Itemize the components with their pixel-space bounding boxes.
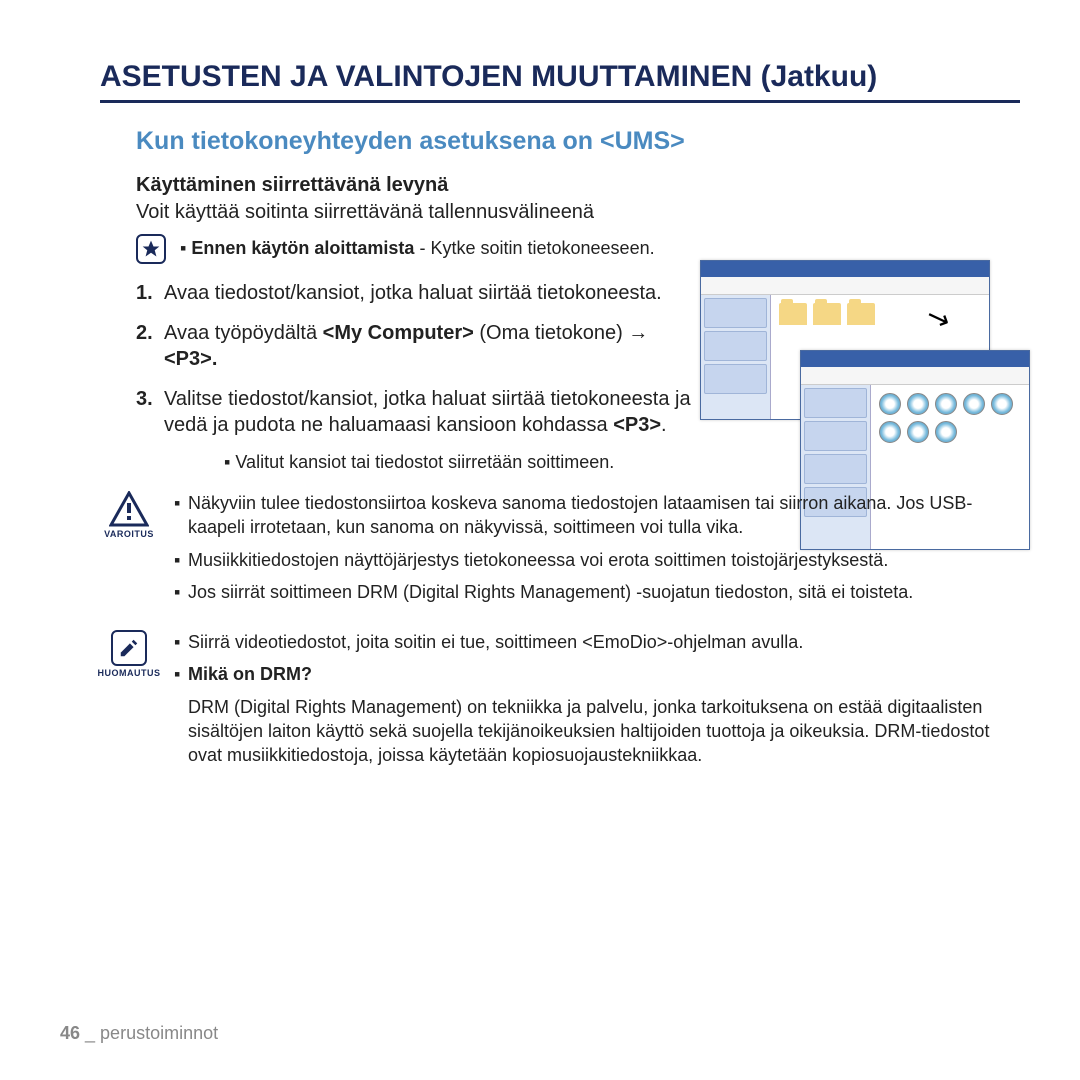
warning-callout: VAROITUS Näkyviin tulee tiedostonsiirtoa… — [98, 491, 1020, 612]
disc-icon — [907, 421, 929, 443]
warning-icon — [109, 491, 149, 527]
disc-icon — [991, 393, 1013, 415]
disc-icon — [935, 421, 957, 443]
star-icon — [136, 234, 166, 264]
note-callout: HUOMAUTUS Siirrä videotiedostot, joita s… — [98, 630, 1020, 767]
folder-icon — [847, 303, 875, 325]
warning-item: Näkyviin tulee tiedostonsiirtoa koskeva … — [174, 491, 1020, 540]
disc-icon — [879, 393, 901, 415]
step-3-c: . — [661, 414, 667, 436]
step-2: Avaa työpöydältä <My Computer> (Oma tiet… — [136, 320, 696, 372]
step-3: Valitse tiedostot/kansiot, jotka haluat … — [136, 386, 696, 438]
section-title: Kun tietokoneyhteyden asetuksena on <UMS… — [136, 127, 1020, 156]
step-2-c: (Oma tietokone) → — [474, 322, 649, 344]
note-items: Siirrä videotiedostot, joita soitin ei t… — [174, 630, 1020, 767]
lead-text: Voit käyttää soitinta siirrettävänä tall… — [136, 201, 1020, 224]
arrow-icon: ↘ — [921, 298, 954, 337]
note-label: HUOMAUTUS — [98, 668, 161, 678]
step-2-d: <P3>. — [164, 348, 217, 370]
step-3-b: <P3> — [613, 414, 661, 436]
steps-list: Avaa tiedostot/kansiot, jotka haluat sii… — [136, 280, 696, 438]
page-number: 46 — [60, 1023, 80, 1043]
note-icon — [111, 630, 147, 666]
footer-sep: _ — [80, 1023, 100, 1043]
disc-icon — [879, 421, 901, 443]
step-3-a: Valitse tiedostot/kansiot, jotka haluat … — [164, 388, 691, 436]
footer-section: perustoiminnot — [100, 1023, 218, 1043]
subheading: Käyttäminen siirrettävänä levynä — [136, 174, 1020, 197]
folder-icon — [813, 303, 841, 325]
folder-icon — [779, 303, 807, 325]
pre-use-rest: - Kytke soitin tietokoneeseen. — [414, 238, 654, 258]
note-item: Siirrä videotiedostot, joita soitin ei t… — [174, 630, 1020, 654]
step-1: Avaa tiedostot/kansiot, jotka haluat sii… — [136, 280, 696, 306]
disc-icon — [907, 393, 929, 415]
warning-item: Musiikkitiedostojen näyttöjärjestys tiet… — [174, 548, 1020, 572]
warning-item: Jos siirrät soittimeen DRM (Digital Righ… — [174, 580, 1020, 604]
step-2-b: <My Computer> — [323, 322, 474, 344]
drm-head-text: Mikä on DRM? — [188, 664, 312, 684]
pre-use-text: ▪ Ennen käytön aloittamista - Kytke soit… — [180, 234, 655, 259]
page-footer: 46 _ perustoiminnot — [60, 1023, 218, 1044]
page-title: ASETUSTEN JA VALINTOJEN MUUTTAMINEN (Jat… — [100, 60, 1020, 103]
drm-body: DRM (Digital Rights Management) on tekni… — [188, 695, 1020, 768]
warning-items: Näkyviin tulee tiedostonsiirtoa koskeva … — [174, 491, 1020, 612]
step-2-a: Avaa työpöydältä — [164, 322, 323, 344]
content-row: Avaa tiedostot/kansiot, jotka haluat sii… — [136, 280, 1020, 473]
pre-use-label: Ennen käytön aloittamista — [191, 238, 414, 258]
drm-heading: Mikä on DRM? — [174, 662, 1020, 686]
disc-icon — [963, 393, 985, 415]
disc-icon — [935, 393, 957, 415]
warning-label: VAROITUS — [104, 529, 154, 539]
